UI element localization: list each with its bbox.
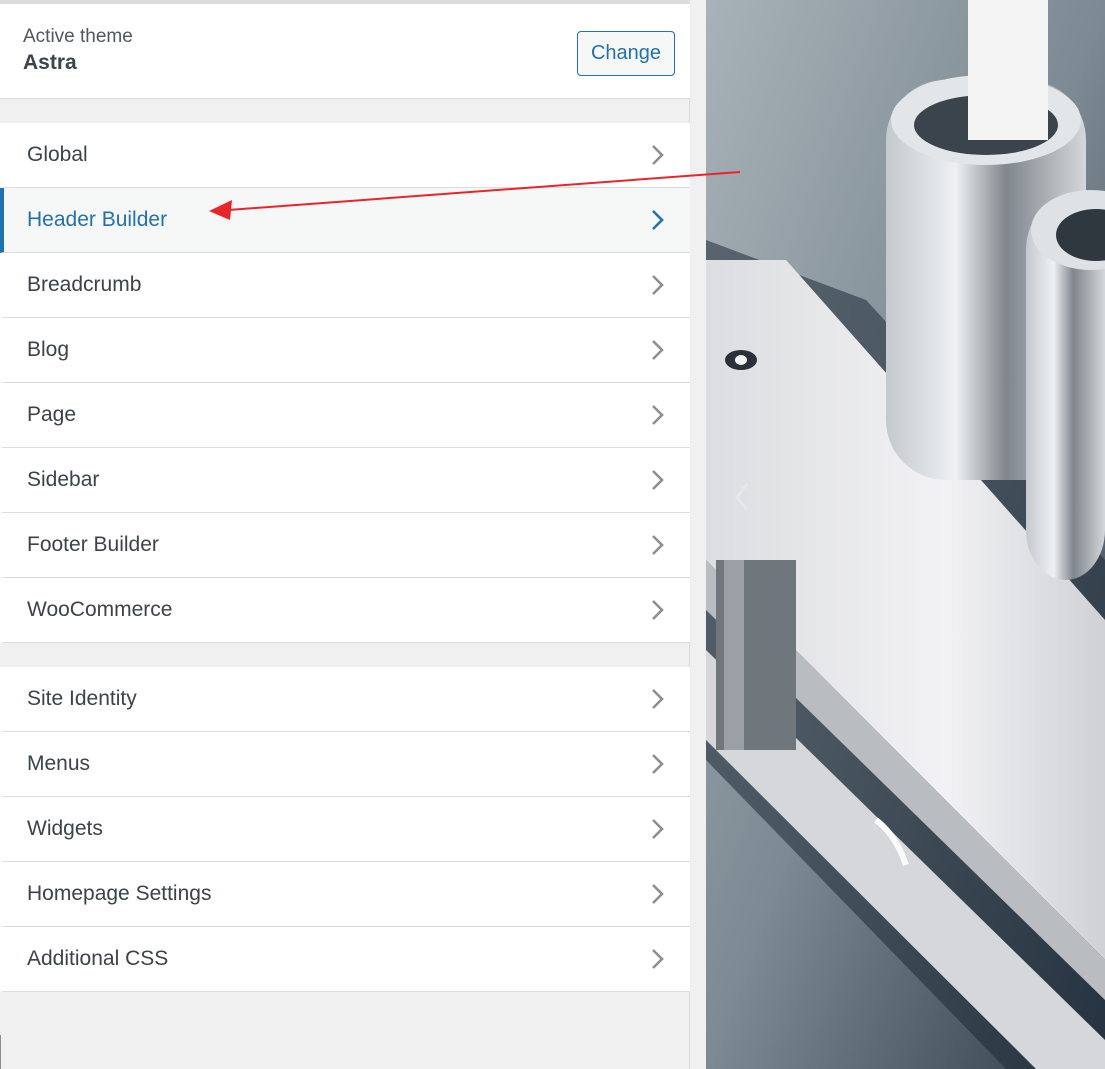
chevron-right-icon (652, 535, 664, 555)
chevron-right-icon (652, 470, 664, 490)
chevron-right-icon (652, 600, 664, 620)
active-theme-name: Astra (23, 51, 77, 74)
section-woocommerce[interactable]: WooCommerce (0, 578, 690, 643)
section-menus[interactable]: Menus (0, 732, 690, 797)
section-label: Blog (27, 338, 70, 361)
section-label: Homepage Settings (27, 882, 212, 905)
active-theme-section: Active theme Astra Change (0, 4, 690, 99)
section-breadcrumb[interactable]: Breadcrumb (0, 253, 690, 318)
primary-sections-list: Global Header Builder Breadcrumb Blog Pa… (0, 123, 690, 643)
section-label: Additional CSS (27, 947, 169, 970)
section-footer-builder[interactable]: Footer Builder (0, 513, 690, 578)
section-label: Global (27, 143, 88, 166)
chevron-right-icon (652, 275, 664, 295)
section-label: Widgets (27, 817, 103, 840)
chevron-right-icon (652, 689, 664, 709)
section-blog[interactable]: Blog (0, 318, 690, 383)
section-label: Sidebar (27, 468, 100, 491)
change-theme-button[interactable]: Change (577, 31, 675, 76)
section-label: Menus (27, 752, 91, 775)
section-additional-css[interactable]: Additional CSS (0, 927, 690, 992)
preview-photo (706, 0, 1105, 1069)
section-label: WooCommerce (27, 598, 173, 621)
panel-edge (0, 1035, 1, 1069)
chevron-right-icon (652, 754, 664, 774)
section-homepage-settings[interactable]: Homepage Settings (0, 862, 690, 927)
active-theme-label: Active theme (23, 26, 133, 47)
customizer-sidebar: Active theme Astra Change Global Header … (0, 0, 690, 1069)
section-label: Breadcrumb (27, 273, 142, 296)
chevron-right-icon (652, 819, 664, 839)
chevron-right-icon (652, 145, 664, 165)
section-widgets[interactable]: Widgets (0, 797, 690, 862)
chevron-right-icon (652, 210, 664, 230)
section-sidebar[interactable]: Sidebar (0, 448, 690, 513)
section-page[interactable]: Page (0, 383, 690, 448)
section-header-builder[interactable]: Header Builder (0, 188, 690, 253)
section-label: Site Identity (27, 687, 137, 710)
chevron-right-icon (652, 405, 664, 425)
section-site-identity[interactable]: Site Identity (0, 667, 690, 732)
chevron-right-icon (652, 884, 664, 904)
chevron-right-icon (652, 949, 664, 969)
section-global[interactable]: Global (0, 123, 690, 188)
site-preview[interactable] (706, 0, 1105, 1069)
chevron-right-icon (652, 340, 664, 360)
section-label: Footer Builder (27, 533, 159, 556)
section-label: Header Builder (27, 208, 168, 231)
section-label: Page (27, 403, 77, 426)
secondary-sections-list: Site Identity Menus Widgets Homepage Set… (0, 667, 690, 992)
